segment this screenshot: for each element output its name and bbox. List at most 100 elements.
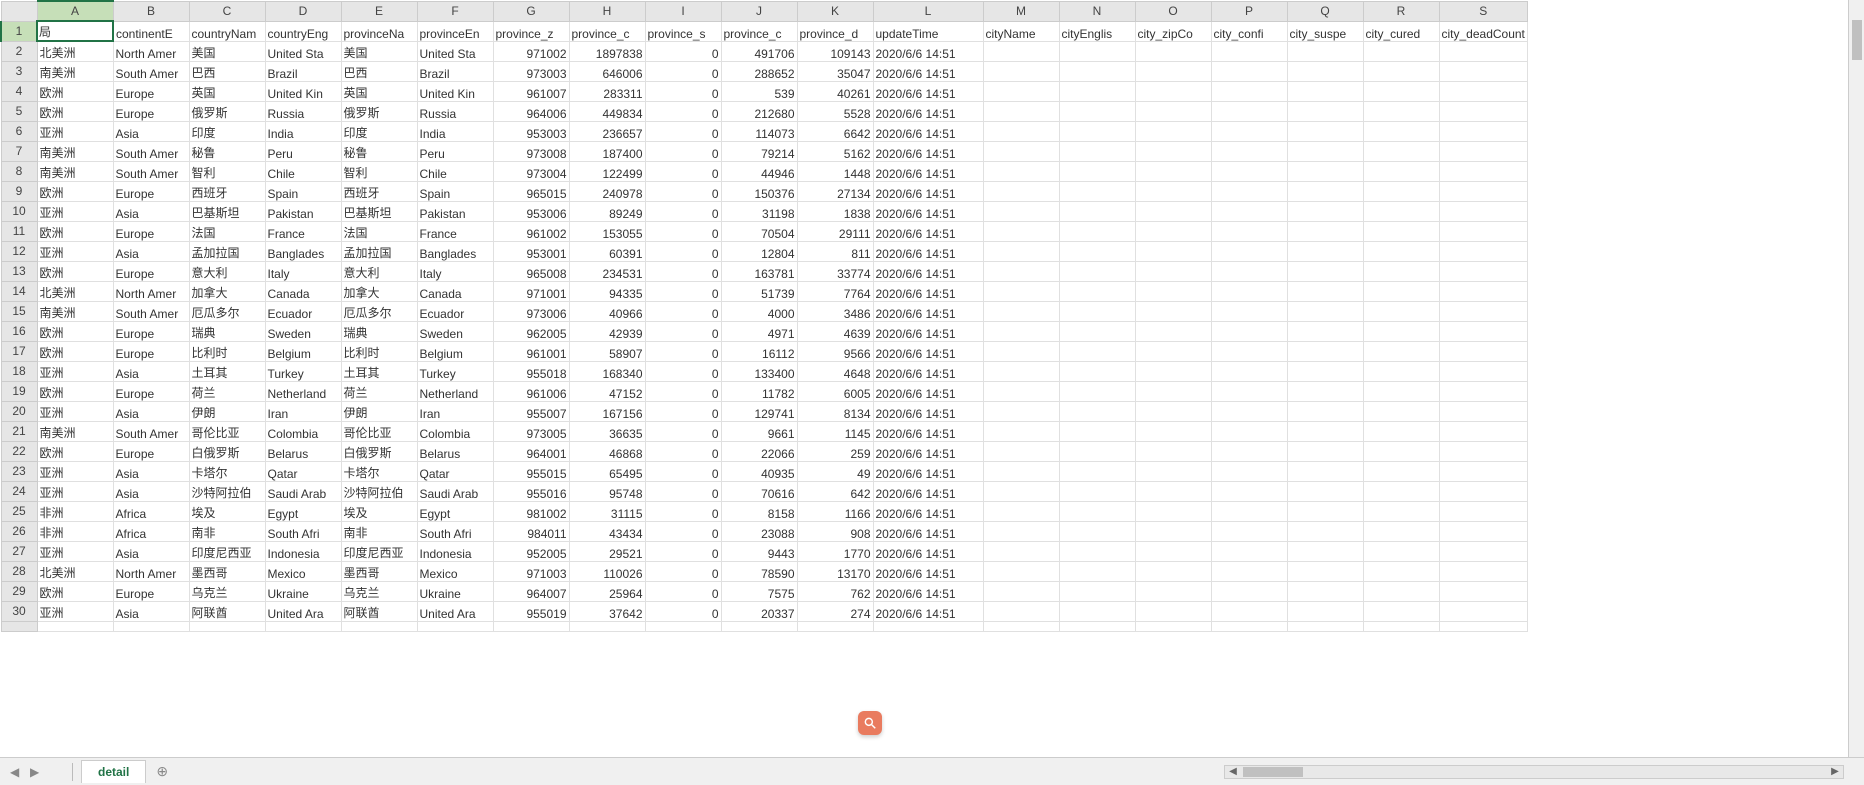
cell-1-F[interactable]: provinceEn: [417, 21, 493, 41]
cell-13-L[interactable]: 2020/6/6 14:51: [873, 261, 983, 281]
cell-11-D[interactable]: France: [265, 221, 341, 241]
col-header-J[interactable]: J: [721, 1, 797, 21]
cell-11-P[interactable]: [1211, 221, 1287, 241]
cell-9-K[interactable]: 27134: [797, 181, 873, 201]
cell-11-E[interactable]: 法国: [341, 221, 417, 241]
cell-15-M[interactable]: [983, 301, 1059, 321]
cell-16-L[interactable]: 2020/6/6 14:51: [873, 321, 983, 341]
cell-23-O[interactable]: [1135, 461, 1211, 481]
cell-25-A[interactable]: 非洲: [37, 501, 113, 521]
cell-1-L[interactable]: updateTime: [873, 21, 983, 41]
cell-21-I[interactable]: 0: [645, 421, 721, 441]
cell-6-C[interactable]: 印度: [189, 121, 265, 141]
cell-2-A[interactable]: 北美洲: [37, 41, 113, 61]
cell-13-R[interactable]: [1363, 261, 1439, 281]
cell-6-D[interactable]: India: [265, 121, 341, 141]
cell-9-G[interactable]: 965015: [493, 181, 569, 201]
cell-15-H[interactable]: 40966: [569, 301, 645, 321]
row-header-8[interactable]: 8: [1, 161, 37, 181]
cell-23-S[interactable]: [1439, 461, 1527, 481]
cell-22-J[interactable]: 22066: [721, 441, 797, 461]
cell-20-R[interactable]: [1363, 401, 1439, 421]
cell-1-K[interactable]: province_d: [797, 21, 873, 41]
cell-28-H[interactable]: 110026: [569, 561, 645, 581]
add-sheet-button[interactable]: ⊕: [156, 763, 168, 780]
cell-25-M[interactable]: [983, 501, 1059, 521]
cell-7-B[interactable]: South Amer: [113, 141, 189, 161]
cell-28-A[interactable]: 北美洲: [37, 561, 113, 581]
cell-4-J[interactable]: 539: [721, 81, 797, 101]
cell-24-K[interactable]: 642: [797, 481, 873, 501]
cell-23-R[interactable]: [1363, 461, 1439, 481]
cell-2-D[interactable]: United Sta: [265, 41, 341, 61]
cell-8-P[interactable]: [1211, 161, 1287, 181]
row-header-22[interactable]: 22: [1, 441, 37, 461]
cell-5-C[interactable]: 俄罗斯: [189, 101, 265, 121]
cell-17-J[interactable]: 16112: [721, 341, 797, 361]
cell-20-C[interactable]: 伊朗: [189, 401, 265, 421]
row-header-1[interactable]: 1: [1, 21, 37, 41]
cell-16-F[interactable]: Sweden: [417, 321, 493, 341]
cell-25-N[interactable]: [1059, 501, 1135, 521]
cell-14-I[interactable]: 0: [645, 281, 721, 301]
cell-20-L[interactable]: 2020/6/6 14:51: [873, 401, 983, 421]
cell-21-B[interactable]: South Amer: [113, 421, 189, 441]
cell-12-G[interactable]: 953001: [493, 241, 569, 261]
cell-5-B[interactable]: Europe: [113, 101, 189, 121]
cell-11-H[interactable]: 153055: [569, 221, 645, 241]
cell-24-N[interactable]: [1059, 481, 1135, 501]
cell-28-S[interactable]: [1439, 561, 1527, 581]
cell-15-G[interactable]: 973006: [493, 301, 569, 321]
cell-26-F[interactable]: South Afri: [417, 521, 493, 541]
col-header-H[interactable]: H: [569, 1, 645, 21]
cell-29-D[interactable]: Ukraine: [265, 581, 341, 601]
cell-8-O[interactable]: [1135, 161, 1211, 181]
cell-11-J[interactable]: 70504: [721, 221, 797, 241]
col-header-K[interactable]: K: [797, 1, 873, 21]
cell-25-J[interactable]: 8158: [721, 501, 797, 521]
cell-12-N[interactable]: [1059, 241, 1135, 261]
cell-10-F[interactable]: Pakistan: [417, 201, 493, 221]
cell-14-M[interactable]: [983, 281, 1059, 301]
cell-3-L[interactable]: 2020/6/6 14:51: [873, 61, 983, 81]
cell-15-A[interactable]: 南美洲: [37, 301, 113, 321]
cell-28-G[interactable]: 971003: [493, 561, 569, 581]
cell-14-S[interactable]: [1439, 281, 1527, 301]
cell-18-K[interactable]: 4648: [797, 361, 873, 381]
cell-17-F[interactable]: Belgium: [417, 341, 493, 361]
cell-26-B[interactable]: Africa: [113, 521, 189, 541]
cell-26-J[interactable]: 23088: [721, 521, 797, 541]
cell-2-Q[interactable]: [1287, 41, 1363, 61]
row-header-25[interactable]: 25: [1, 501, 37, 521]
cell-1-M[interactable]: cityName: [983, 21, 1059, 41]
cell-21-R[interactable]: [1363, 421, 1439, 441]
cell-30-R[interactable]: [1363, 601, 1439, 621]
cell-24-B[interactable]: Asia: [113, 481, 189, 501]
cell-15-I[interactable]: 0: [645, 301, 721, 321]
vertical-scroll-thumb[interactable]: [1852, 20, 1862, 60]
cell-21-L[interactable]: 2020/6/6 14:51: [873, 421, 983, 441]
cell-23-F[interactable]: Qatar: [417, 461, 493, 481]
cell-16-J[interactable]: 4971: [721, 321, 797, 341]
cell-13-Q[interactable]: [1287, 261, 1363, 281]
cell-9-A[interactable]: 欧洲: [37, 181, 113, 201]
cell-23-P[interactable]: [1211, 461, 1287, 481]
cell-23-Q[interactable]: [1287, 461, 1363, 481]
cell-23-G[interactable]: 955015: [493, 461, 569, 481]
cell-16-I[interactable]: 0: [645, 321, 721, 341]
cell-16-S[interactable]: [1439, 321, 1527, 341]
cell-4-H[interactable]: 283311: [569, 81, 645, 101]
cell-27-G[interactable]: 952005: [493, 541, 569, 561]
cell-11-C[interactable]: 法国: [189, 221, 265, 241]
cell-14-K[interactable]: 7764: [797, 281, 873, 301]
cell-18-M[interactable]: [983, 361, 1059, 381]
cell-23-L[interactable]: 2020/6/6 14:51: [873, 461, 983, 481]
cell-6-O[interactable]: [1135, 121, 1211, 141]
cell-24-D[interactable]: Saudi Arab: [265, 481, 341, 501]
cell-25-F[interactable]: Egypt: [417, 501, 493, 521]
cell-10-C[interactable]: 巴基斯坦: [189, 201, 265, 221]
cell-21-K[interactable]: 1145: [797, 421, 873, 441]
cell-6-Q[interactable]: [1287, 121, 1363, 141]
cell-1-S[interactable]: city_deadCount: [1439, 21, 1527, 41]
cell-1-H[interactable]: province_c: [569, 21, 645, 41]
